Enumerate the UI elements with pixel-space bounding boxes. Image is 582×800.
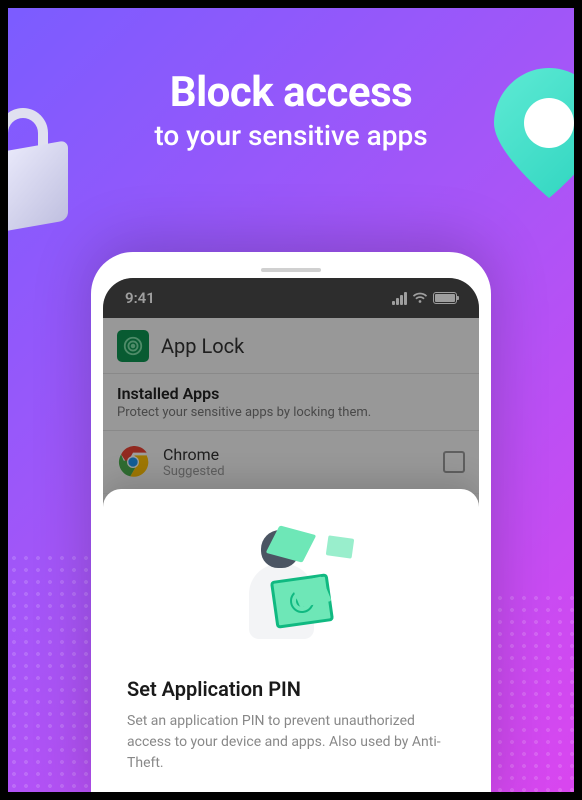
- chrome-icon: [117, 446, 149, 478]
- signal-icon: [392, 292, 407, 305]
- app-name: Chrome: [163, 445, 429, 464]
- app-checkbox[interactable]: [443, 451, 465, 473]
- map-pin-icon: [494, 68, 574, 228]
- app-title: App Lock: [161, 334, 244, 358]
- app-lock-icon: [117, 330, 149, 362]
- section-title: Installed Apps: [117, 384, 465, 403]
- app-row-chrome[interactable]: Chrome Suggested: [103, 431, 479, 494]
- lock-icon: [8, 98, 88, 228]
- headline-subtitle: to your sensitive apps: [8, 119, 574, 152]
- phone-mockup: 9:41 App Lock Installed Apps Protect you…: [91, 252, 491, 792]
- status-bar: 9:41: [103, 278, 479, 318]
- battery-icon: [433, 292, 457, 304]
- section-subtitle: Protect your sensitive apps by locking t…: [117, 405, 465, 420]
- section-header: Installed Apps Protect your sensitive ap…: [103, 374, 479, 431]
- app-header: App Lock: [103, 318, 479, 374]
- headline-title: Block access: [8, 68, 574, 117]
- app-tag: Suggested: [163, 464, 429, 479]
- status-time: 9:41: [125, 289, 155, 307]
- pin-illustration: [127, 517, 455, 657]
- modal-body: Set an application PIN to prevent unauth…: [127, 711, 455, 774]
- wifi-icon: [412, 292, 428, 304]
- pin-modal: Set Application PIN Set an application P…: [103, 489, 479, 792]
- modal-title: Set Application PIN: [127, 677, 455, 701]
